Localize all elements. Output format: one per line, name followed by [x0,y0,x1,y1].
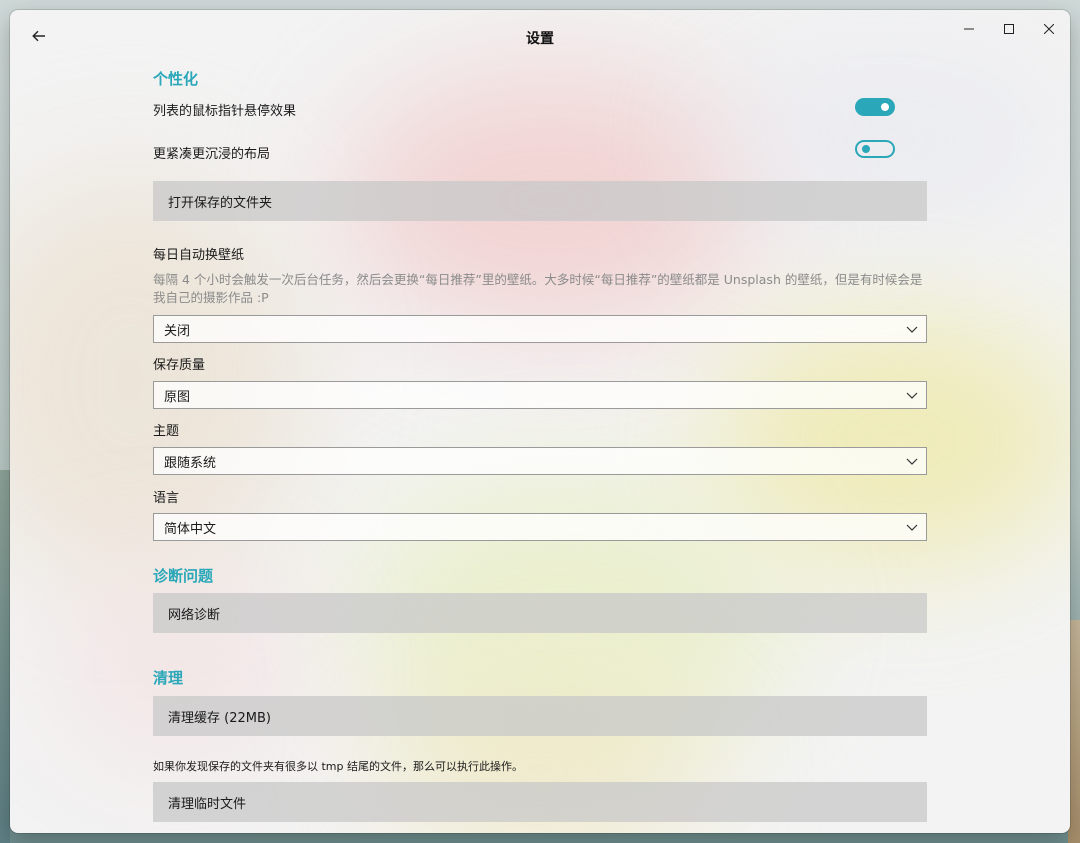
maximize-button[interactable] [989,16,1029,42]
theme-label: 主题 [153,424,180,439]
auto-wallpaper-label: 每日自动换壁纸 [153,248,245,263]
maximize-icon [1004,24,1014,34]
minimize-icon [964,28,974,30]
quality-value: 原图 [164,389,191,405]
desktop-wallpaper-edge [0,470,10,843]
chevron-down-icon [906,392,918,399]
auto-wallpaper-value: 关闭 [164,323,191,339]
close-icon [1044,24,1054,34]
language-select[interactable]: 简体中文 [153,513,927,541]
language-value: 简体中文 [164,521,217,537]
theme-select[interactable]: 跟随系统 [153,447,927,475]
network-diagnostics-button[interactable]: 网络诊断 [153,593,927,633]
close-button[interactable] [1029,16,1069,42]
chevron-down-icon [906,458,918,465]
chevron-down-icon [906,524,918,531]
auto-wallpaper-description: 每隔 4 个小时会触发一次后台任务，然后会更换“每日推荐”里的壁纸。大多时候“每… [153,272,923,305]
section-title-cleanup: 清理 [153,669,184,687]
language-label: 语言 [153,491,180,506]
window-title: 设置 [526,31,554,47]
tmp-files-note: 如果你发现保存的文件夹有很多以 tmp 结尾的文件，那么可以执行此操作。 [153,760,524,773]
open-saved-folder-button[interactable]: 打开保存的文件夹 [153,181,927,221]
clear-cache-button[interactable]: 清理缓存 (22MB) [153,696,927,736]
section-title-diagnostics: 诊断问题 [153,567,214,585]
auto-wallpaper-select[interactable]: 关闭 [153,315,927,343]
quality-select[interactable]: 原图 [153,381,927,409]
compact-layout-toggle[interactable] [855,140,895,158]
chevron-down-icon [906,326,918,333]
quality-label: 保存质量 [153,358,206,373]
clear-temp-files-button[interactable]: 清理临时文件 [153,782,927,822]
hover-effect-toggle[interactable] [855,98,895,116]
compact-layout-label: 更紧凑更沉浸的布局 [153,147,271,162]
title-bar: 设置 [10,10,1070,62]
minimize-button[interactable] [949,16,989,42]
section-title-personalization: 个性化 [153,70,199,88]
theme-value: 跟随系统 [164,455,217,471]
settings-window: 设置 个性化 列表的鼠标指针悬停效果 更紧凑更沉浸的布局 打开保存的文件夹 每日… [10,10,1070,833]
hover-effect-label: 列表的鼠标指针悬停效果 [153,104,297,119]
